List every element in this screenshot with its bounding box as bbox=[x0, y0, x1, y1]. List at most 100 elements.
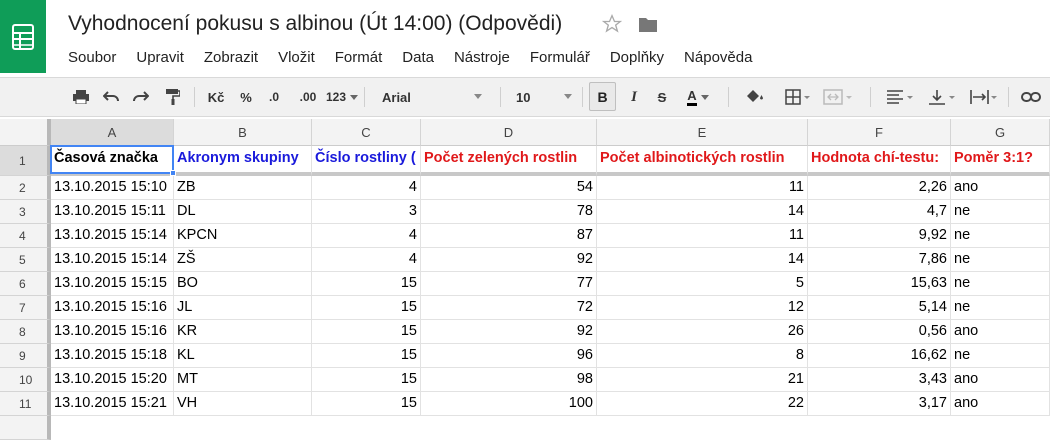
vertical-align-icon[interactable] bbox=[922, 78, 962, 116]
header-cell[interactable]: Časová značka bbox=[51, 146, 174, 176]
column-header-a[interactable]: A bbox=[51, 119, 174, 146]
table-cell[interactable]: ne bbox=[951, 224, 1050, 248]
table-cell[interactable]: ne bbox=[951, 296, 1050, 320]
table-cell[interactable]: ZB bbox=[174, 176, 312, 200]
table-cell[interactable]: 14 bbox=[597, 248, 808, 272]
column-header-b[interactable]: B bbox=[174, 119, 312, 146]
table-cell[interactable]: 15 bbox=[312, 392, 421, 416]
table-cell[interactable]: 3,17 bbox=[808, 392, 951, 416]
star-icon[interactable] bbox=[601, 13, 623, 39]
header-cell[interactable]: Počet zelených rostlin bbox=[421, 146, 597, 176]
table-cell[interactable]: VH bbox=[174, 392, 312, 416]
table-cell[interactable]: 15 bbox=[312, 320, 421, 344]
table-cell[interactable]: 100 bbox=[421, 392, 597, 416]
header-cell[interactable]: Číslo rostliny ( bbox=[312, 146, 421, 176]
table-cell[interactable]: 7,86 bbox=[808, 248, 951, 272]
table-cell[interactable]: KL bbox=[174, 344, 312, 368]
italic-button[interactable]: I bbox=[624, 78, 644, 116]
table-cell[interactable]: 12 bbox=[597, 296, 808, 320]
row-header[interactable]: 9 bbox=[0, 344, 51, 368]
table-cell[interactable]: MT bbox=[174, 368, 312, 392]
table-cell[interactable]: 96 bbox=[421, 344, 597, 368]
table-cell[interactable]: 14 bbox=[597, 200, 808, 224]
table-cell[interactable]: 13.10.2015 15:11 bbox=[51, 200, 174, 224]
strikethrough-button[interactable]: S bbox=[652, 78, 672, 116]
table-cell[interactable]: 13.10.2015 15:10 bbox=[51, 176, 174, 200]
text-color-button[interactable]: A bbox=[680, 78, 716, 116]
table-cell[interactable]: 13.10.2015 15:14 bbox=[51, 248, 174, 272]
menu-item[interactable]: Data bbox=[402, 49, 434, 66]
table-cell[interactable]: 15 bbox=[312, 368, 421, 392]
table-cell[interactable]: 98 bbox=[421, 368, 597, 392]
table-cell[interactable]: 54 bbox=[421, 176, 597, 200]
table-cell[interactable]: 15 bbox=[312, 272, 421, 296]
increase-decimal-button[interactable]: .00 bbox=[294, 78, 322, 116]
table-cell[interactable]: 4 bbox=[312, 224, 421, 248]
table-cell[interactable]: 72 bbox=[421, 296, 597, 320]
table-cell[interactable]: 21 bbox=[597, 368, 808, 392]
table-cell[interactable]: ne bbox=[951, 200, 1050, 224]
table-cell[interactable]: 9,92 bbox=[808, 224, 951, 248]
table-cell[interactable]: 92 bbox=[421, 320, 597, 344]
menu-item[interactable]: Upravit bbox=[136, 49, 184, 66]
table-cell[interactable]: 5,14 bbox=[808, 296, 951, 320]
row-header[interactable]: 7 bbox=[0, 296, 51, 320]
table-cell[interactable]: 2,26 bbox=[808, 176, 951, 200]
decrease-decimal-button[interactable]: .0 bbox=[262, 78, 286, 116]
table-cell[interactable]: ano bbox=[951, 392, 1050, 416]
table-cell[interactable]: JL bbox=[174, 296, 312, 320]
row-header[interactable]: 11 bbox=[0, 392, 51, 416]
menu-item[interactable]: Soubor bbox=[68, 49, 116, 66]
table-cell[interactable]: 15,63 bbox=[808, 272, 951, 296]
table-cell[interactable]: 3 bbox=[312, 200, 421, 224]
menu-item[interactable]: Formát bbox=[335, 49, 383, 66]
table-cell[interactable]: 16,62 bbox=[808, 344, 951, 368]
link-icon[interactable] bbox=[1016, 78, 1046, 116]
table-cell[interactable]: ano bbox=[951, 176, 1050, 200]
row-header[interactable]: 8 bbox=[0, 320, 51, 344]
bold-button[interactable]: B bbox=[589, 82, 616, 111]
table-cell[interactable]: 13.10.2015 15:20 bbox=[51, 368, 174, 392]
row-header[interactable]: 3 bbox=[0, 200, 51, 224]
table-cell[interactable]: 13.10.2015 15:16 bbox=[51, 296, 174, 320]
table-cell[interactable]: ano bbox=[951, 368, 1050, 392]
paint-format-icon[interactable] bbox=[162, 78, 184, 116]
table-cell[interactable]: 15 bbox=[312, 296, 421, 320]
table-cell[interactable]: 8 bbox=[597, 344, 808, 368]
table-cell[interactable]: 4,7 bbox=[808, 200, 951, 224]
menu-item[interactable]: Nápověda bbox=[684, 49, 752, 66]
align-left-icon[interactable] bbox=[880, 78, 920, 116]
font-size-select[interactable]: 10 bbox=[510, 85, 576, 109]
table-cell[interactable]: 13.10.2015 15:21 bbox=[51, 392, 174, 416]
table-cell[interactable]: 11 bbox=[597, 224, 808, 248]
table-cell[interactable]: 78 bbox=[421, 200, 597, 224]
table-cell[interactable]: ne bbox=[951, 272, 1050, 296]
menu-item[interactable]: Zobrazit bbox=[204, 49, 258, 66]
column-header-d[interactable]: D bbox=[421, 119, 597, 146]
header-cell[interactable]: Počet albinotických rostlin bbox=[597, 146, 808, 176]
column-header-f[interactable]: F bbox=[808, 119, 951, 146]
fill-handle[interactable] bbox=[170, 170, 176, 176]
table-cell[interactable]: 77 bbox=[421, 272, 597, 296]
menu-item[interactable]: Doplňky bbox=[610, 49, 664, 66]
table-cell[interactable]: ne bbox=[951, 344, 1050, 368]
row-header[interactable]: 10 bbox=[0, 368, 51, 392]
table-cell[interactable]: ZŠ bbox=[174, 248, 312, 272]
column-header-e[interactable]: E bbox=[597, 119, 808, 146]
table-cell[interactable]: 13.10.2015 15:18 bbox=[51, 344, 174, 368]
row-header[interactable]: 5 bbox=[0, 248, 51, 272]
font-family-select[interactable]: Arial bbox=[376, 85, 486, 109]
merge-cells-icon[interactable] bbox=[818, 78, 858, 116]
table-cell[interactable]: 5 bbox=[597, 272, 808, 296]
table-cell[interactable]: 26 bbox=[597, 320, 808, 344]
column-header-g[interactable]: G bbox=[951, 119, 1050, 146]
table-cell[interactable]: 4 bbox=[312, 248, 421, 272]
borders-icon[interactable] bbox=[780, 78, 816, 116]
header-cell[interactable]: Hodnota chí-testu: bbox=[808, 146, 951, 176]
table-cell[interactable]: 3,43 bbox=[808, 368, 951, 392]
redo-icon[interactable] bbox=[130, 78, 152, 116]
table-cell[interactable]: 22 bbox=[597, 392, 808, 416]
table-cell[interactable]: KR bbox=[174, 320, 312, 344]
table-cell[interactable]: 13.10.2015 15:15 bbox=[51, 272, 174, 296]
table-cell[interactable]: 0,56 bbox=[808, 320, 951, 344]
